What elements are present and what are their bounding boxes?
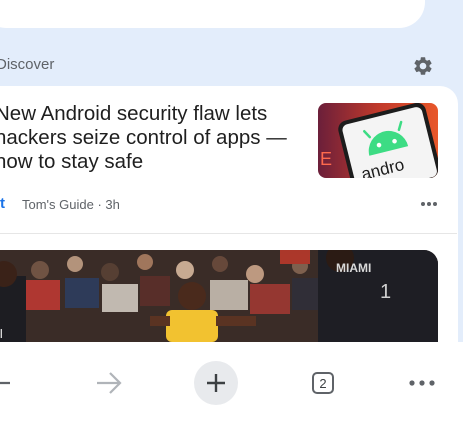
article-more-icon[interactable] — [419, 196, 439, 212]
hero-image[interactable]: AMI MIAMI 1 — [0, 250, 438, 342]
source-logo: t — [0, 195, 5, 212]
menu-more-icon[interactable] — [408, 374, 436, 392]
svg-text:1: 1 — [380, 281, 391, 303]
discover-label: Discover — [0, 56, 55, 73]
divider — [0, 233, 457, 234]
plus-icon — [207, 374, 225, 392]
source-name: Tom's Guide — [22, 196, 94, 212]
gear-icon[interactable] — [411, 54, 435, 78]
article-source-row: t Tom's Guide · 3h — [0, 196, 120, 212]
svg-text:AMI: AMI — [0, 326, 3, 341]
tab-switcher-button[interactable]: 2 — [309, 369, 337, 397]
tab-count: 2 — [312, 372, 334, 394]
new-tab-button[interactable] — [194, 361, 238, 405]
article-title[interactable]: New Android security flaw lets hackers s… — [0, 102, 305, 174]
article-thumbnail[interactable]: E andro — [318, 103, 438, 178]
jersey-text: MIAMI — [336, 261, 371, 275]
forward-arrow-icon[interactable] — [94, 370, 124, 396]
search-card[interactable] — [0, 0, 425, 28]
svg-text:E: E — [320, 149, 332, 169]
back-arrow-icon[interactable] — [0, 372, 14, 394]
article-age: 3h — [105, 196, 120, 212]
meta-separator: · — [93, 196, 106, 212]
